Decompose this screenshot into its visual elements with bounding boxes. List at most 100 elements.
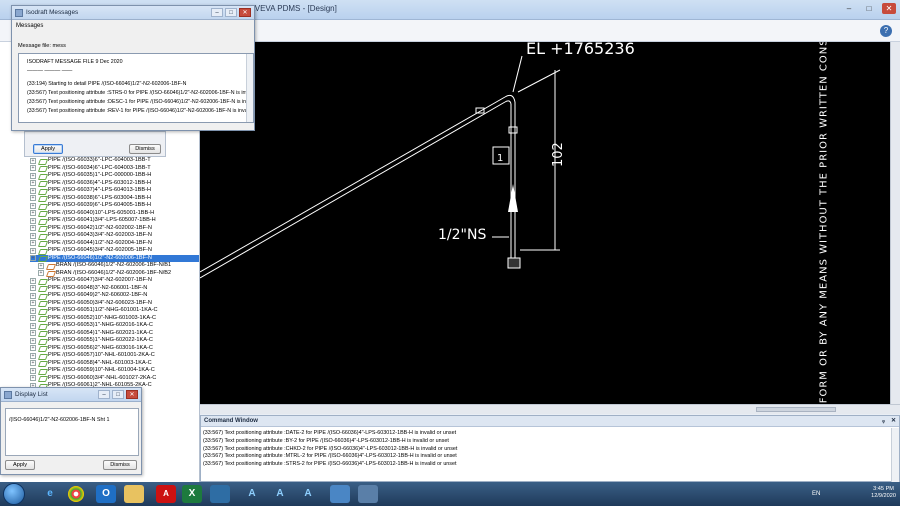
- tree-item-pipe[interactable]: + PIPE /(ISO-66035)1"-LPC-000000-1BB-H: [30, 172, 199, 180]
- tree-item-pipe[interactable]: + PIPE /(ISO-66044)1/2"-N2-602004-1BF-N: [30, 240, 199, 248]
- scroll-thumb[interactable]: [756, 407, 836, 412]
- expand-icon[interactable]: +: [30, 232, 36, 239]
- apply-button[interactable]: Apply: [33, 144, 63, 154]
- tree-item-pipe[interactable]: + PIPE /(ISO-66033)6"-LPC-604003-1BB-T: [30, 157, 199, 165]
- expand-icon[interactable]: +: [30, 225, 36, 232]
- tree-item-pipe[interactable]: + PIPE /(ISO-66059)10"-NHL-601004-1KA-C: [30, 367, 199, 375]
- expand-icon[interactable]: +: [30, 345, 36, 352]
- expand-icon[interactable]: +: [30, 367, 36, 374]
- list-item[interactable]: /(ISO-66046)1/2"-N2-602006-1BF-N Sht 1: [6, 409, 138, 423]
- expand-icon[interactable]: +: [30, 292, 36, 299]
- tree-item-pipe[interactable]: + PIPE /(ISO-66049)2"-N2-606002-1BF-N: [30, 292, 199, 300]
- expand-icon[interactable]: +: [30, 172, 36, 179]
- minimize-button[interactable]: –: [211, 8, 223, 17]
- message-scrollbar[interactable]: [246, 54, 253, 122]
- expand-icon[interactable]: +: [38, 262, 44, 269]
- minimize-button[interactable]: –: [842, 3, 856, 14]
- help-icon[interactable]: ?: [880, 25, 892, 37]
- tree-item-branch[interactable]: + BRAN /(ISO-66046)1/2"-N2-602006-1BF-N/B…: [30, 262, 199, 270]
- expand-icon[interactable]: +: [30, 285, 36, 292]
- maximize-button[interactable]: □: [112, 390, 124, 399]
- tree-item-pipe[interactable]: + PIPE /(ISO-66055)1"-NHG-602022-1KA-C: [30, 337, 199, 345]
- tree-item-pipe[interactable]: + PIPE /(ISO-66053)1"-NHG-602016-1KA-C: [30, 322, 199, 330]
- expand-icon[interactable]: +: [38, 270, 44, 277]
- messages-tab[interactable]: Messages: [16, 23, 43, 29]
- tree-item-pipe[interactable]: + PIPE /(ISO-66041)3/4"-LPS-605007-1BB-H: [30, 217, 199, 225]
- expand-icon[interactable]: +: [30, 247, 36, 254]
- tree-item-pipe[interactable]: + PIPE /(ISO-66047)3/4"-N2-602007-1BF-N: [30, 277, 199, 285]
- expand-icon[interactable]: +: [30, 300, 36, 307]
- expand-icon[interactable]: +: [30, 180, 36, 187]
- excel-icon[interactable]: X: [182, 485, 202, 503]
- tree-item-pipe[interactable]: + PIPE /(ISO-66038)6"-LPS-603004-1BB-H: [30, 195, 199, 203]
- tree-item-pipe[interactable]: + PIPE /(ISO-66050)3/4"-N2-606023-1BF-N: [30, 300, 199, 308]
- dismiss-button[interactable]: Dismiss: [129, 144, 161, 154]
- command-scrollbar[interactable]: [891, 428, 899, 482]
- close-icon[interactable]: ✕: [891, 416, 896, 427]
- tree-item-branch[interactable]: + BRAN /(ISO-66046)1/2"-N2-602006-1BF-N/B…: [30, 270, 199, 278]
- tree-item-pipe[interactable]: + PIPE /(ISO-66051)1/2"-NHG-601001-1KA-C: [30, 307, 199, 315]
- expand-icon[interactable]: +: [30, 322, 36, 329]
- expand-icon[interactable]: +: [30, 187, 36, 194]
- expand-icon[interactable]: +: [30, 217, 36, 224]
- internet-explorer-icon[interactable]: e: [40, 485, 60, 503]
- tree-item-pipe[interactable]: + PIPE /(ISO-66045)3/4"-N2-602005-1BF-N: [30, 247, 199, 255]
- pdf-icon[interactable]: A: [156, 485, 176, 503]
- expand-icon[interactable]: +: [30, 157, 36, 164]
- file-explorer-icon[interactable]: [124, 485, 144, 503]
- expand-icon[interactable]: +: [30, 165, 36, 172]
- drawing-horizontal-scrollbar[interactable]: [200, 404, 900, 414]
- isometric-drawing-view[interactable]: EL +1765236 1 1/2"NS 102 N ANY FORM OR B…: [200, 42, 890, 404]
- tree-item-pipe[interactable]: + PIPE /(ISO-66039)6"-LPS-604005-1BB-H: [30, 202, 199, 210]
- tree-item-pipe[interactable]: + PIPE /(ISO-66043)3/4"-N2-602003-1BF-N: [30, 232, 199, 240]
- aveva-a-icon-3[interactable]: A: [298, 485, 318, 503]
- expand-icon[interactable]: +: [30, 240, 36, 247]
- message-textarea[interactable]: ISODRAFT MESSAGE FILE 9 Dec 2020 ——— ——— …: [18, 53, 254, 123]
- pin-icon[interactable]: ᵩ: [882, 416, 885, 427]
- tree-item-pipe[interactable]: + PIPE /(ISO-66054)1"-NHG-602021-1KA-C: [30, 330, 199, 338]
- presentation-icon[interactable]: [210, 485, 230, 503]
- expand-icon[interactable]: +: [30, 255, 36, 262]
- close-button[interactable]: ✕: [239, 8, 251, 17]
- tree-item-pipe[interactable]: + PIPE /(ISO-66040)10"-LPS-605001-1BB-H: [30, 210, 199, 218]
- maximize-button[interactable]: □: [225, 8, 237, 17]
- expand-icon[interactable]: +: [30, 195, 36, 202]
- clock[interactable]: 3:45 PM 12/9/2020: [871, 486, 896, 500]
- tree-item-pipe[interactable]: + PIPE /(ISO-66057)10"-NHL-601001-2KA-C: [30, 352, 199, 360]
- expand-icon[interactable]: +: [30, 277, 36, 284]
- tree-item-pipe[interactable]: + PIPE /(ISO-66048)3"-N2-606001-1BF-N: [30, 285, 199, 293]
- network-icon[interactable]: [330, 485, 350, 503]
- expand-icon[interactable]: +: [30, 360, 36, 367]
- expand-icon[interactable]: +: [30, 337, 36, 344]
- maximize-button[interactable]: □: [862, 3, 876, 14]
- tree-item-pipe[interactable]: + PIPE /(ISO-66060)3/4"-NHL-601027-2KA-C: [30, 375, 199, 383]
- tree-item-pipe[interactable]: + PIPE /(ISO-66056)2"-NHG-603016-1KA-C: [30, 345, 199, 353]
- expand-icon[interactable]: +: [30, 352, 36, 359]
- tree-item-pipe[interactable]: + PIPE /(ISO-66034)6"-LPC-604003-1BB-T: [30, 165, 199, 173]
- aveva-a-icon-1[interactable]: A: [242, 485, 262, 503]
- language-indicator[interactable]: EN: [812, 491, 820, 497]
- chrome-icon[interactable]: [68, 486, 84, 502]
- tree-item-pipe[interactable]: + PIPE /(ISO-66037)4"-LPS-604013-1BB-H: [30, 187, 199, 195]
- close-button[interactable]: ✕: [882, 3, 896, 14]
- drawing-vertical-scrollbar[interactable]: [890, 42, 900, 404]
- aveva-a-icon-2[interactable]: A: [270, 485, 290, 503]
- tree-item-pipe[interactable]: + PIPE /(ISO-66036)4"-LPS-603012-1BB-H: [30, 180, 199, 188]
- expand-icon[interactable]: +: [30, 210, 36, 217]
- expand-icon[interactable]: +: [30, 315, 36, 322]
- expand-icon[interactable]: +: [30, 330, 36, 337]
- expand-icon[interactable]: +: [30, 202, 36, 209]
- start-button[interactable]: [3, 483, 25, 505]
- outlook-icon[interactable]: O: [96, 485, 116, 503]
- dismiss-button[interactable]: Dismiss: [103, 460, 137, 470]
- minimize-button[interactable]: –: [98, 390, 110, 399]
- expand-icon[interactable]: +: [30, 307, 36, 314]
- aveva-tool-icon[interactable]: [358, 485, 378, 503]
- close-button[interactable]: ✕: [126, 390, 138, 399]
- expand-icon[interactable]: +: [30, 375, 36, 382]
- apply-button[interactable]: Apply: [5, 460, 35, 470]
- tree-item-pipe[interactable]: + PIPE /(ISO-66058)4"-NHL-601003-1KA-C: [30, 360, 199, 368]
- tree-item-pipe[interactable]: + PIPE /(ISO-66046)1/2"-N2-602006-1BF-N: [30, 254, 199, 262]
- tree-item-pipe[interactable]: + PIPE /(ISO-66052)10"-NHG-601003-1KA-C: [30, 315, 199, 323]
- tree-item-pipe[interactable]: + PIPE /(ISO-66042)1/2"-N2-602002-1BF-N: [30, 225, 199, 233]
